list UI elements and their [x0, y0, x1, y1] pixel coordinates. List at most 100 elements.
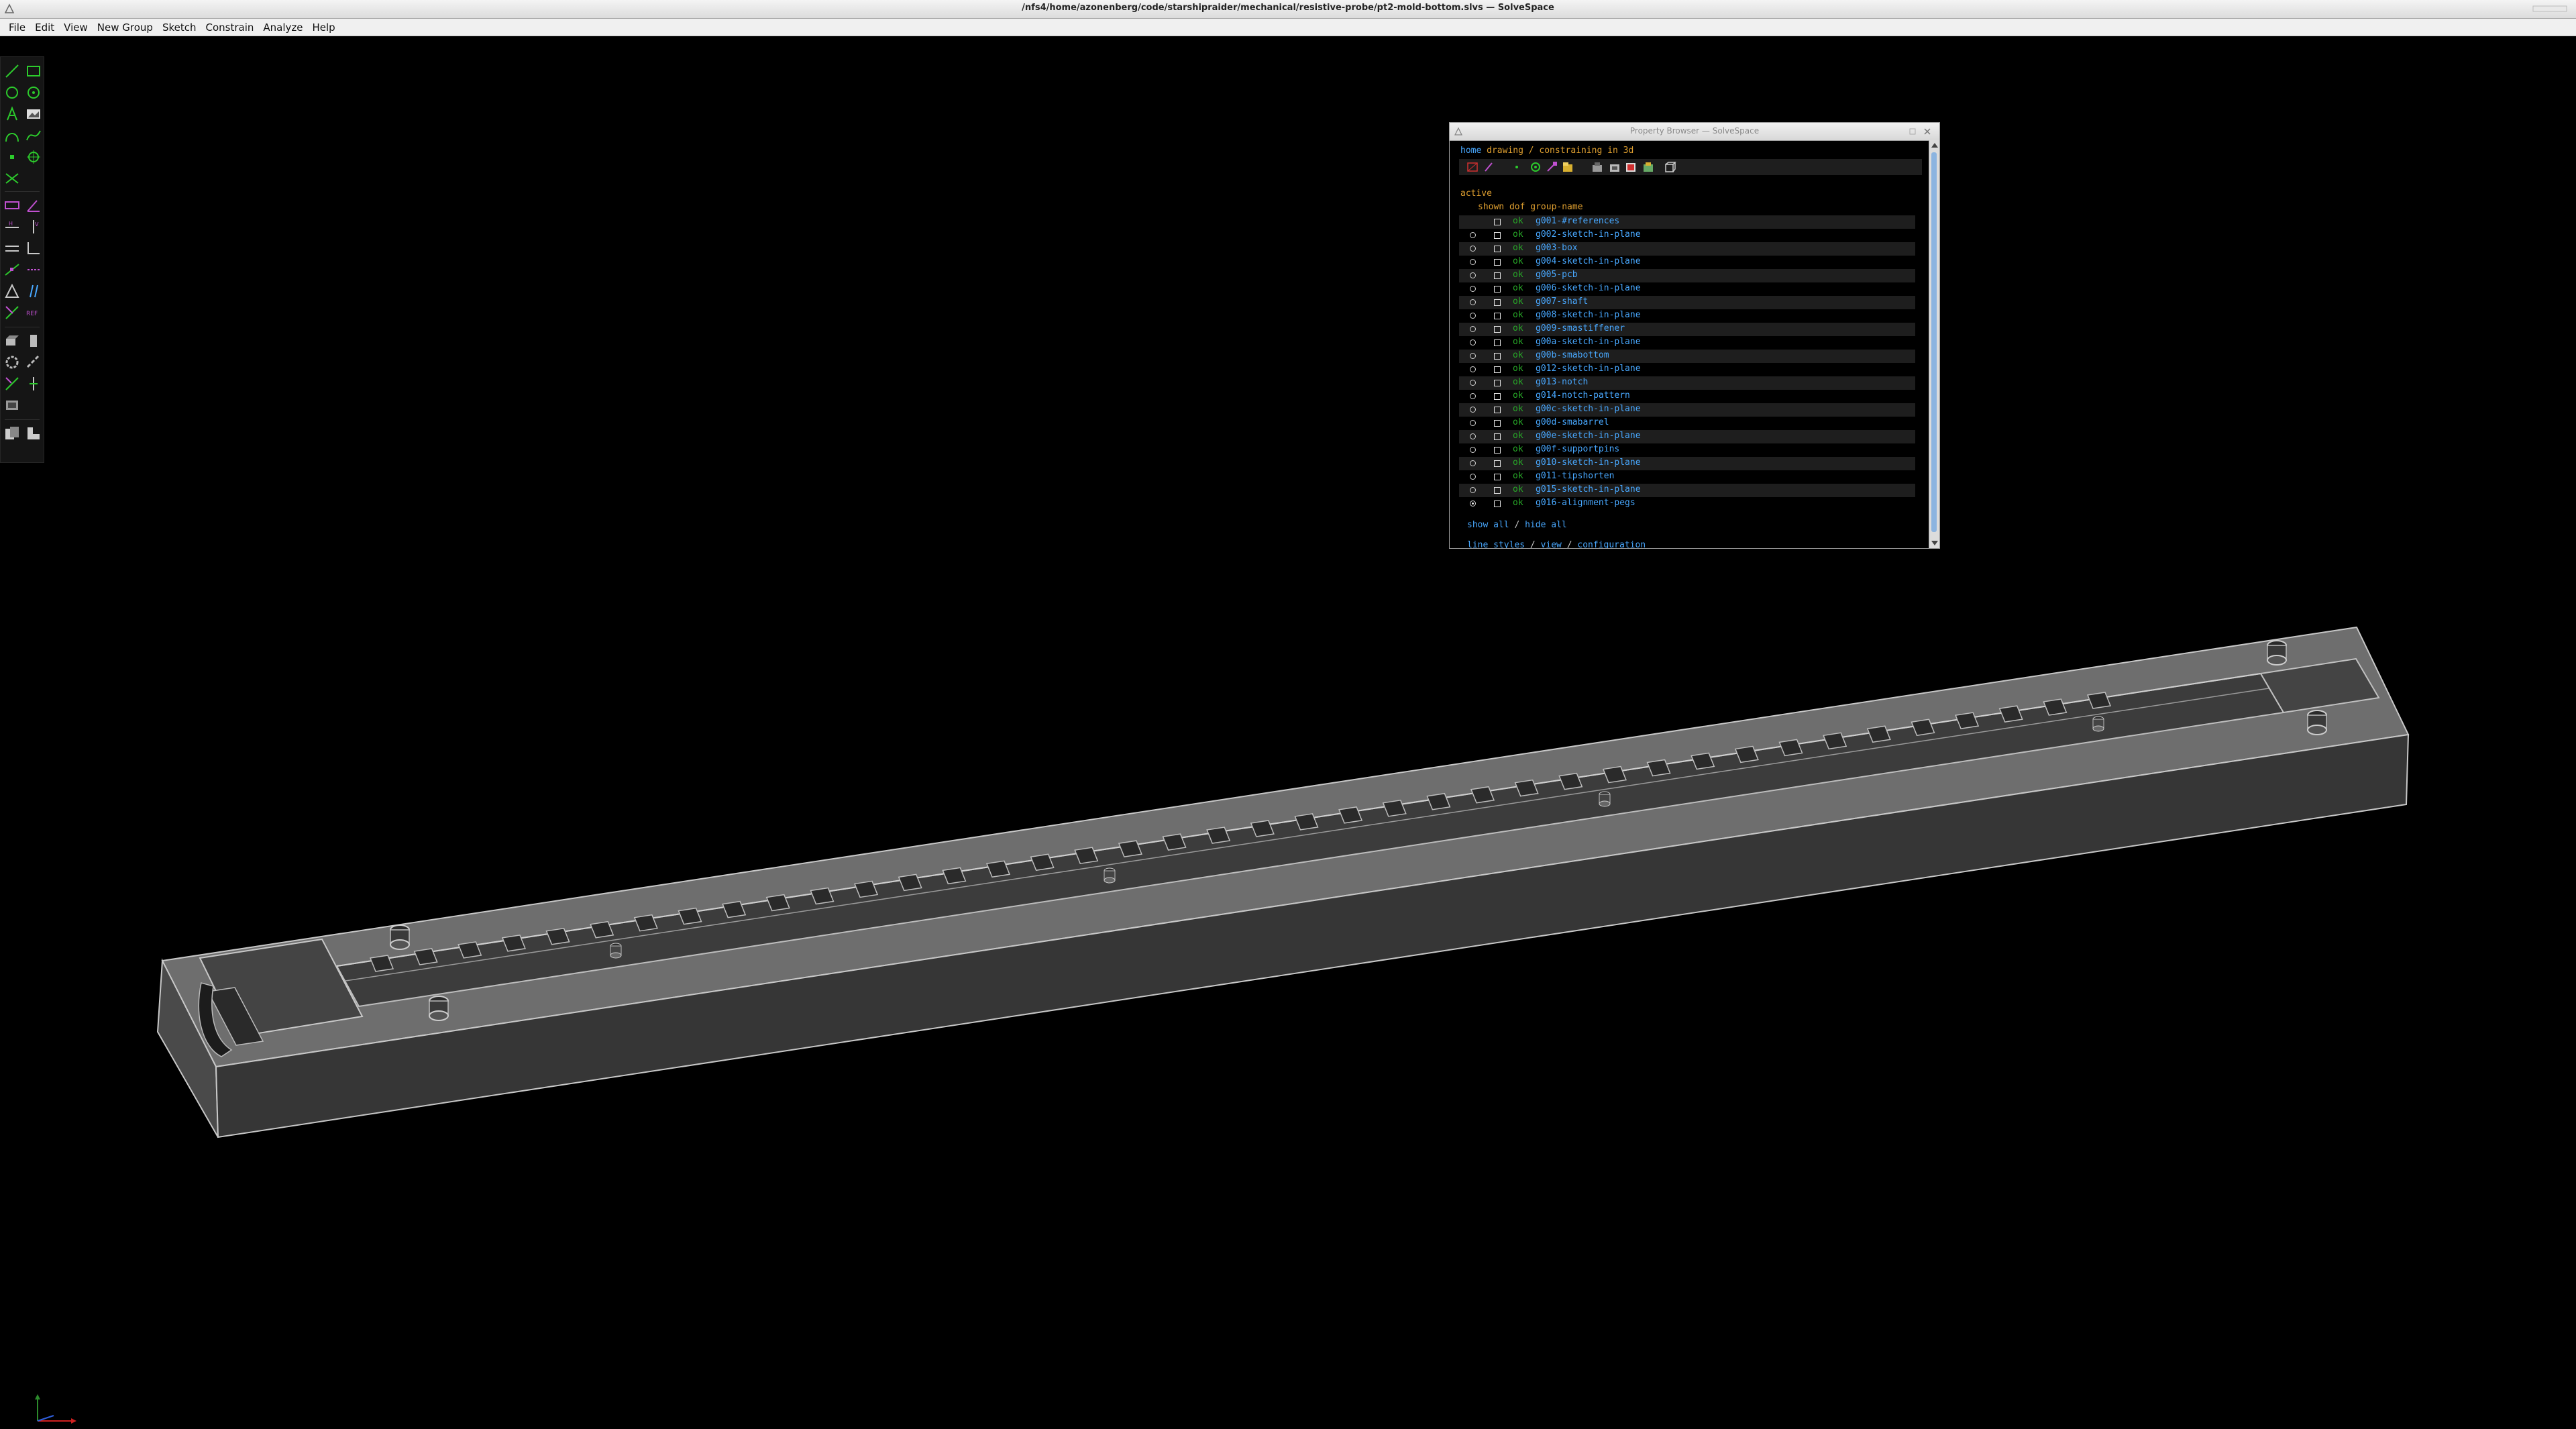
shown-checkbox[interactable]: [1494, 366, 1501, 373]
active-group-radio[interactable]: [1470, 353, 1476, 359]
shown-checkbox[interactable]: [1494, 286, 1501, 293]
midpoint-icon[interactable]: [25, 282, 42, 300]
tangent-arc-icon[interactable]: [3, 127, 21, 144]
group-name-link[interactable]: g013-notch: [1536, 377, 1588, 387]
line-styles-link[interactable]: line styles: [1467, 540, 1525, 548]
anchor-icon[interactable]: [3, 375, 21, 392]
shown-checkbox[interactable]: [1494, 353, 1501, 360]
show-workplanes-icon[interactable]: [1466, 160, 1479, 174]
shown-checkbox[interactable]: [1494, 420, 1501, 427]
workplane-icon[interactable]: [25, 148, 42, 166]
step-rotating-icon[interactable]: [3, 354, 21, 371]
group-row[interactable]: ok g007-shaft: [1459, 296, 1915, 309]
same-orientation-icon[interactable]: [3, 304, 21, 321]
group-name-link[interactable]: g006-sketch-in-plane: [1536, 283, 1641, 293]
group-row[interactable]: ok g013-notch: [1459, 376, 1915, 390]
property-browser-scrollbar[interactable]: [1929, 140, 1939, 548]
active-group-radio[interactable]: [1470, 232, 1476, 238]
shown-checkbox[interactable]: [1494, 380, 1501, 386]
group-row[interactable]: ok g00d-smabarrel: [1459, 417, 1915, 430]
close-icon[interactable]: [1907, 127, 1934, 136]
group-name-link[interactable]: g014-notch-pattern: [1536, 390, 1630, 401]
show-outlines-icon[interactable]: [1591, 160, 1604, 174]
menu-help[interactable]: Help: [307, 21, 339, 34]
active-group-radio[interactable]: [1470, 487, 1476, 493]
active-group-radio[interactable]: [1470, 326, 1476, 332]
group-row[interactable]: ok g010-sketch-in-plane: [1459, 457, 1915, 470]
parallel-constraint-icon[interactable]: [3, 240, 21, 257]
group-row[interactable]: ok g00b-smabottom: [1459, 350, 1915, 363]
active-group-radio[interactable]: [1470, 272, 1476, 278]
distance-dimension-icon[interactable]: [3, 197, 21, 214]
menu-constrain[interactable]: Constrain: [201, 21, 258, 34]
shown-checkbox[interactable]: [1494, 487, 1501, 494]
group-name-link[interactable]: g00e-sketch-in-plane: [1536, 431, 1641, 441]
datum-point-icon[interactable]: [3, 148, 21, 166]
group-name-link[interactable]: g011-tipshorten: [1536, 471, 1614, 481]
group-row[interactable]: ok g014-notch-pattern: [1459, 390, 1915, 403]
active-group-radio[interactable]: [1470, 447, 1476, 453]
cubic-spline-icon[interactable]: [25, 127, 42, 144]
group-row[interactable]: ok g011-tipshorten: [1459, 470, 1915, 484]
active-group-radio[interactable]: [1470, 474, 1476, 480]
view-link[interactable]: view: [1541, 540, 1562, 548]
group-name-link[interactable]: g016-alignment-pegs: [1536, 498, 1635, 508]
menu-analyze[interactable]: Analyze: [258, 21, 307, 34]
shown-checkbox[interactable]: [1494, 313, 1501, 319]
menu-new-group[interactable]: New Group: [93, 21, 158, 34]
group-name-link[interactable]: g010-sketch-in-plane: [1536, 458, 1641, 468]
shown-checkbox[interactable]: [1494, 407, 1501, 413]
shown-checkbox[interactable]: [1494, 460, 1501, 467]
group-name-link[interactable]: g015-sketch-in-plane: [1536, 484, 1641, 494]
group-name-link[interactable]: g00c-sketch-in-plane: [1536, 404, 1641, 414]
group-row[interactable]: ok g012-sketch-in-plane: [1459, 363, 1915, 376]
group-name-link[interactable]: g008-sketch-in-plane: [1536, 310, 1641, 320]
group-name-link[interactable]: g003-box: [1536, 243, 1578, 253]
show-construction-icon[interactable]: [1529, 160, 1542, 174]
show-normals-icon[interactable]: [1482, 160, 1495, 174]
vertical-constraint-icon[interactable]: V: [25, 218, 42, 235]
show-all-link[interactable]: show all: [1467, 520, 1509, 530]
vertical-anchor-icon[interactable]: [25, 375, 42, 392]
group-row[interactable]: ok g004-sketch-in-plane: [1459, 256, 1915, 269]
shown-checkbox[interactable]: [1494, 500, 1501, 507]
active-group-radio[interactable]: [1470, 420, 1476, 426]
extrude-icon[interactable]: [3, 332, 21, 350]
scroll-down-icon[interactable]: [1931, 541, 1938, 545]
shown-checkbox[interactable]: [1494, 474, 1501, 480]
group-name-link[interactable]: g004-sketch-in-plane: [1536, 256, 1641, 266]
active-group-radio[interactable]: [1470, 380, 1476, 386]
active-group-radio[interactable]: [1470, 313, 1476, 319]
image-icon[interactable]: [25, 105, 42, 123]
group-row[interactable]: ok g008-sketch-in-plane: [1459, 309, 1915, 323]
scrollbar-thumb[interactable]: [1931, 152, 1937, 532]
active-group-radio[interactable]: [1470, 460, 1476, 466]
group-row[interactable]: ok g002-sketch-in-plane: [1459, 229, 1915, 242]
menu-view[interactable]: View: [59, 21, 93, 34]
sketch-in-3d-icon[interactable]: [3, 396, 21, 414]
shown-checkbox[interactable]: [1494, 219, 1501, 225]
group-row[interactable]: ok g009-smastiffener: [1459, 323, 1915, 336]
group-row[interactable]: ok g015-sketch-in-plane: [1459, 484, 1915, 497]
shown-checkbox[interactable]: [1494, 246, 1501, 252]
rectangle-icon[interactable]: [25, 62, 42, 80]
active-group-radio[interactable]: [1470, 393, 1476, 399]
shown-checkbox[interactable]: [1494, 259, 1501, 266]
mold-model[interactable]: [0, 36, 2576, 1427]
group-row[interactable]: ok g001-#references: [1459, 215, 1915, 229]
active-group-radio[interactable]: [1470, 407, 1476, 413]
reference-icon[interactable]: REF: [25, 304, 42, 321]
active-group-radio[interactable]: [1470, 500, 1476, 507]
show-mesh-icon[interactable]: [1624, 160, 1638, 174]
group-name-link[interactable]: g007-shaft: [1536, 297, 1588, 307]
workplane-sketch-icon[interactable]: [25, 425, 42, 442]
group-row[interactable]: ok g003-box: [1459, 242, 1915, 256]
shown-checkbox[interactable]: [1494, 272, 1501, 279]
show-faces-icon[interactable]: [1561, 160, 1574, 174]
group-name-link[interactable]: g012-sketch-in-plane: [1536, 364, 1641, 374]
horizontal-constraint-icon[interactable]: H: [3, 218, 21, 235]
shown-checkbox[interactable]: [1494, 326, 1501, 333]
group-row[interactable]: ok g016-alignment-pegs: [1459, 497, 1915, 511]
shown-checkbox[interactable]: [1494, 433, 1501, 440]
nearest-orthogonal-icon[interactable]: [25, 240, 42, 257]
